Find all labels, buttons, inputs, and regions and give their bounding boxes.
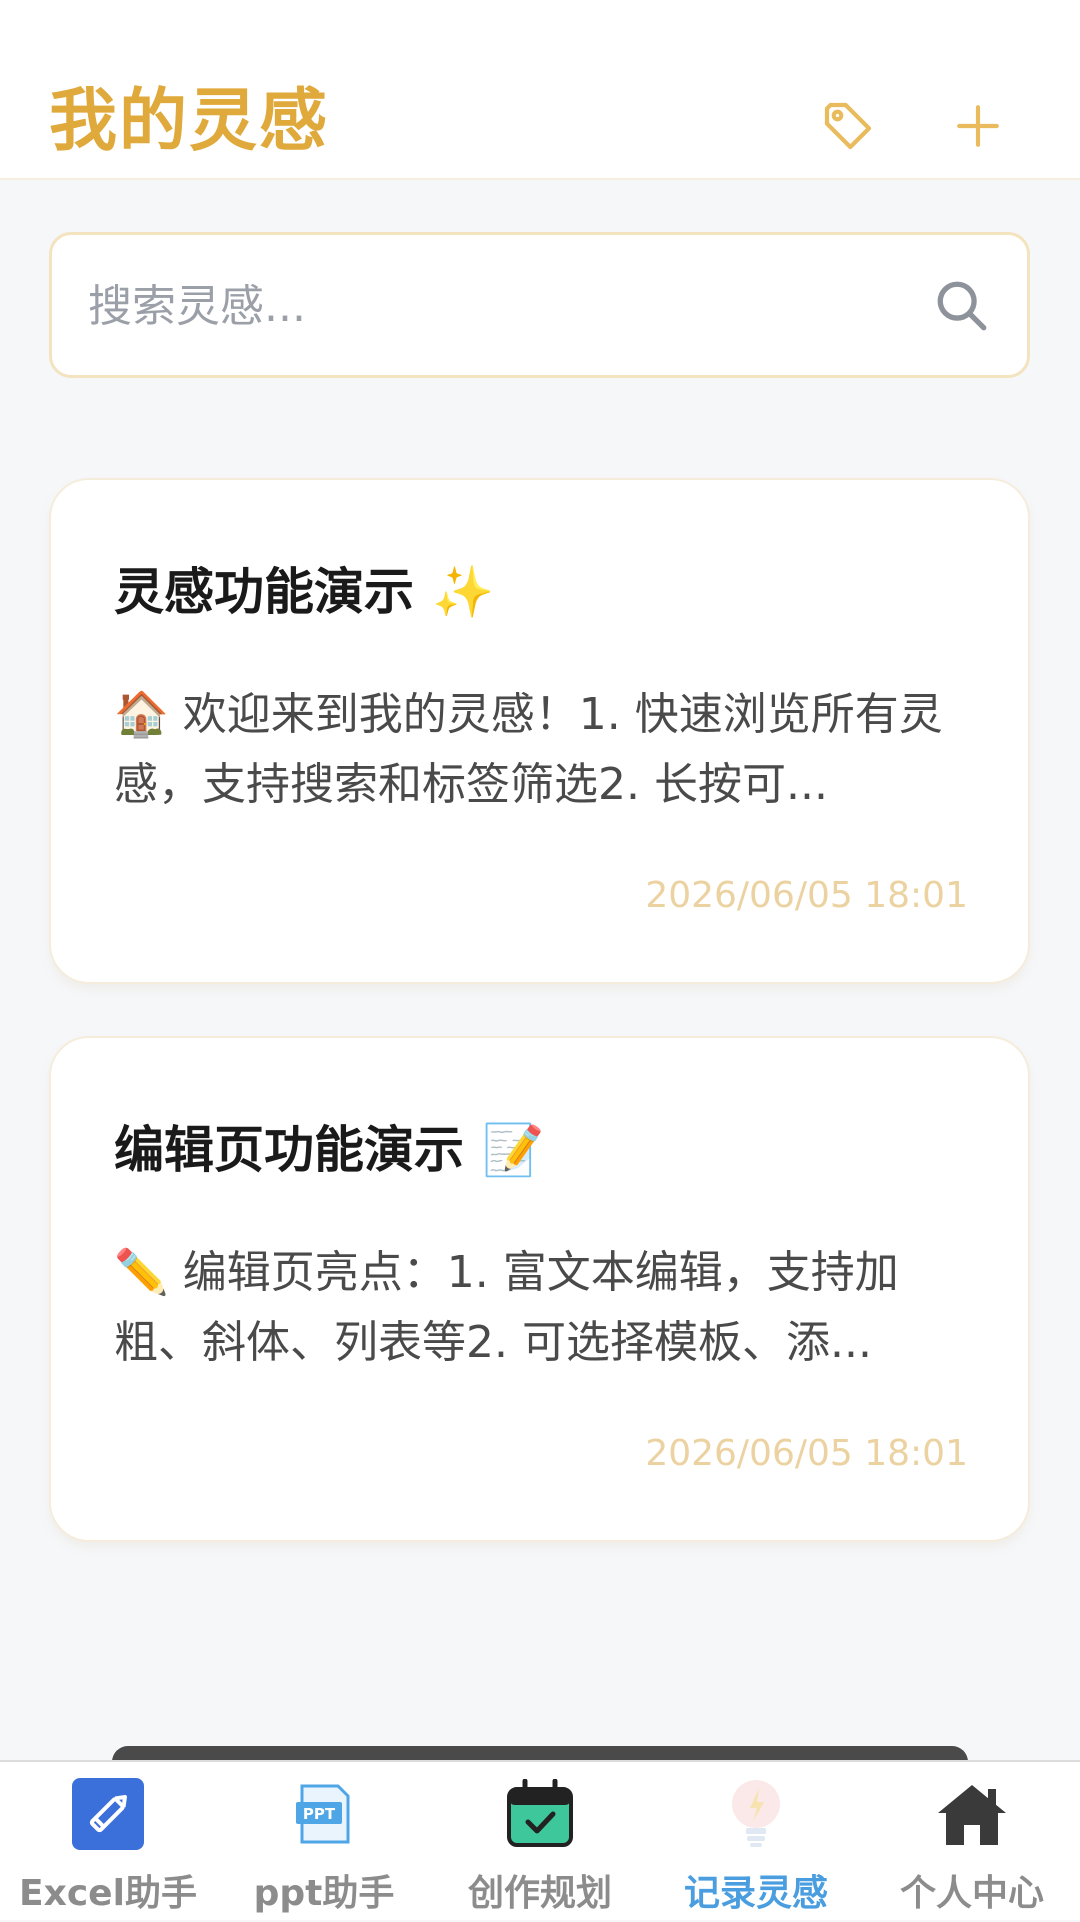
tag-icon bbox=[824, 102, 872, 150]
house-icon: 🏠 bbox=[114, 689, 169, 740]
card-title-text: 灵感功能演示 bbox=[114, 563, 414, 621]
svg-text:PPT: PPT bbox=[303, 1805, 336, 1823]
home-icon bbox=[938, 1785, 1006, 1845]
card-date: 2026/06/05 18:01 bbox=[645, 875, 968, 916]
card-title-text: 编辑页功能演示 bbox=[114, 1121, 464, 1179]
inspiration-card[interactable]: 灵感功能演示 ✨ 🏠 欢迎来到我的灵感！1. 快速浏览所有灵感，支持搜索和标签筛选2… bbox=[49, 478, 1030, 984]
tab-personal-center[interactable]: 个人中心 bbox=[864, 1762, 1080, 1922]
pencil-emoji-icon: ✏️ bbox=[114, 1247, 169, 1298]
calendar-check-icon bbox=[507, 1779, 573, 1847]
plus-icon bbox=[957, 105, 999, 147]
search-icon[interactable] bbox=[933, 277, 991, 335]
memo-icon: 📝 bbox=[482, 1121, 545, 1179]
pencil-icon bbox=[72, 1778, 144, 1850]
tab-label: 个人中心 bbox=[899, 1873, 1044, 1914]
card-excerpt: 🏠 欢迎来到我的灵感！1. 快速浏览所有灵感，支持搜索和标签筛选2. 长按可... bbox=[114, 680, 974, 820]
search-bar bbox=[49, 232, 1030, 378]
card-excerpt-text: 欢迎来到我的灵感！1. 快速浏览所有灵感，支持搜索和标签筛选2. 长按可... bbox=[114, 689, 943, 810]
add-inspiration-button[interactable] bbox=[948, 96, 1008, 156]
inspiration-card[interactable]: 编辑页功能演示 📝 ✏️ 编辑页亮点：1. 富文本编辑，支持加粗、斜体、列表等2. … bbox=[49, 1036, 1030, 1542]
app-header: 我的灵感 bbox=[0, 0, 1080, 180]
tab-label: 记录灵感 bbox=[683, 1873, 828, 1914]
card-title: 编辑页功能演示 📝 bbox=[114, 1110, 544, 1182]
tab-label: 创作规划 bbox=[467, 1873, 612, 1914]
card-title: 灵感功能演示 ✨ bbox=[114, 552, 494, 624]
tab-creative-planning[interactable]: 创作规划 bbox=[432, 1762, 648, 1922]
card-excerpt-text: 编辑页亮点：1. 富文本编辑，支持加粗、斜体、列表等2. 可选择模板、添... bbox=[114, 1247, 899, 1368]
tab-label: ppt助手 bbox=[253, 1873, 395, 1914]
tag-filter-button[interactable] bbox=[818, 96, 878, 156]
bottom-tab-bar: Excel助手 PPT ppt助手 创作规划 记录灵感 个人中心 bbox=[0, 1760, 1080, 1920]
lightbulb-icon bbox=[732, 1780, 780, 1847]
tab-label: Excel助手 bbox=[19, 1873, 197, 1914]
tab-excel-assistant[interactable]: Excel助手 bbox=[0, 1762, 216, 1922]
tab-ppt-assistant[interactable]: PPT ppt助手 bbox=[216, 1762, 432, 1922]
card-excerpt: ✏️ 编辑页亮点：1. 富文本编辑，支持加粗、斜体、列表等2. 可选择模板、添..… bbox=[114, 1238, 974, 1378]
ppt-icon: PPT bbox=[296, 1784, 350, 1844]
card-date: 2026/06/05 18:01 bbox=[645, 1433, 968, 1474]
tab-record-inspiration[interactable]: 记录灵感 bbox=[648, 1762, 864, 1922]
page-title: 我的灵感 bbox=[49, 82, 330, 161]
sparkles-icon: ✨ bbox=[432, 563, 495, 621]
search-input[interactable] bbox=[86, 265, 910, 347]
